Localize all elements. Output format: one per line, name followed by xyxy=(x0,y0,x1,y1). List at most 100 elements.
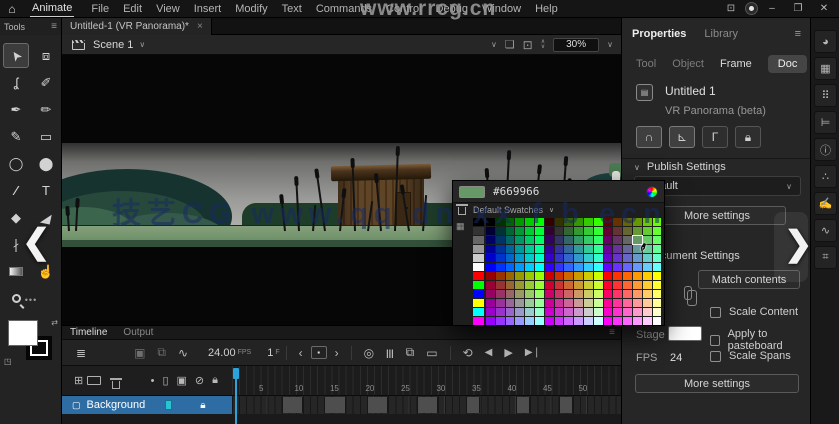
layer-frames-strip[interactable] xyxy=(232,396,621,414)
swatch-0099CC[interactable] xyxy=(515,254,525,262)
text-tool[interactable]: T xyxy=(33,178,59,203)
outline-column-icon[interactable]: ▯ xyxy=(158,374,172,387)
swatch-CC99FF[interactable] xyxy=(574,317,583,325)
swatch-669900[interactable] xyxy=(632,218,642,226)
subtab-object[interactable]: Object xyxy=(672,58,704,70)
swatch-CCFF00[interactable] xyxy=(593,272,603,280)
swatch-CC9999[interactable] xyxy=(574,299,583,307)
swatch-9933CC[interactable] xyxy=(495,308,505,316)
swatch-CCCCCC[interactable] xyxy=(583,308,593,316)
swatch-336699[interactable] xyxy=(564,245,574,253)
swatch-33CC99[interactable] xyxy=(583,245,593,253)
swatch-CC6666[interactable] xyxy=(564,290,574,298)
menu-text[interactable]: Text xyxy=(275,3,309,15)
pen-tool[interactable]: ✎ xyxy=(3,124,29,149)
tab-output[interactable]: Output xyxy=(115,327,161,338)
play-button[interactable]: ▶ xyxy=(498,346,518,359)
swatch-00CC99[interactable] xyxy=(525,245,534,253)
swatch-CCFF33[interactable] xyxy=(593,281,603,289)
swatch-000000[interactable] xyxy=(473,218,484,226)
swatch-00CCCC[interactable] xyxy=(525,254,534,262)
swatch-FFFFFF[interactable] xyxy=(652,317,662,325)
publish-more-settings-button[interactable]: More settings xyxy=(648,206,786,225)
swatch-CC33FF[interactable] xyxy=(554,317,564,325)
link-layers-icon[interactable]: ⧉ xyxy=(151,345,172,360)
swatch-6600FF[interactable] xyxy=(603,263,613,271)
swatch-33FF99[interactable] xyxy=(593,245,603,253)
camera-column-icon[interactable]: ▣ xyxy=(173,374,191,387)
swatch-99FFCC[interactable] xyxy=(534,308,544,316)
frame-span[interactable] xyxy=(281,397,303,413)
zoom-stepper[interactable]: ∧ ∨ xyxy=(541,39,545,50)
swatch-00FF99[interactable] xyxy=(534,245,544,253)
swatch-0000FF[interactable] xyxy=(486,263,495,271)
swatch-9900FF[interactable] xyxy=(486,317,495,325)
swatch-FF6699[interactable] xyxy=(623,299,632,307)
swatch-996666[interactable] xyxy=(505,290,515,298)
swatch-66FF33[interactable] xyxy=(652,227,662,235)
swatch-990099[interactable] xyxy=(486,299,495,307)
swatch-FF6666[interactable] xyxy=(623,290,632,298)
zoom-chevron-icon[interactable]: ∨ xyxy=(607,40,613,49)
swatch-3399FF[interactable] xyxy=(574,263,583,271)
swatch-006633[interactable] xyxy=(505,227,515,235)
layer-name-cell[interactable]: ▢ Background 🔒︎ xyxy=(62,396,232,414)
swatch-006600[interactable] xyxy=(505,218,515,226)
swatch-666633[interactable] xyxy=(623,227,632,235)
subtab-frame[interactable]: Frame xyxy=(720,58,752,70)
menu-control[interactable]: Control xyxy=(379,3,428,15)
minimize-button[interactable]: – xyxy=(761,3,783,14)
color-wheel-icon[interactable] xyxy=(646,185,658,198)
swatch-66FF99[interactable] xyxy=(652,245,662,253)
swatch-993399[interactable] xyxy=(495,299,505,307)
swatch-33CC00[interactable] xyxy=(583,218,593,226)
swatch-990000[interactable] xyxy=(486,272,495,280)
overlay-next-chevron[interactable]: ❯ xyxy=(784,224,813,264)
swatch-99CC00[interactable] xyxy=(525,272,534,280)
swatch-66FFFF[interactable] xyxy=(652,263,662,271)
highlight-column-icon[interactable]: • xyxy=(147,375,159,387)
swatch-CC9900[interactable] xyxy=(574,272,583,280)
new-layer-button[interactable]: ⊞ xyxy=(70,374,87,387)
swatch-006666[interactable] xyxy=(505,236,515,244)
swatch-0033CC[interactable] xyxy=(495,254,505,262)
tools-menu-icon[interactable]: ≡ xyxy=(51,21,57,32)
swatch-666699[interactable] xyxy=(623,245,632,253)
swatch-CCFFCC[interactable] xyxy=(593,308,603,316)
swatch-FF0000[interactable] xyxy=(473,272,484,280)
free-transform-tool[interactable]: ⧈ xyxy=(33,43,59,68)
swatch-339900[interactable] xyxy=(574,218,583,226)
swatch-663399[interactable] xyxy=(613,245,623,253)
swatch-CCFF99[interactable] xyxy=(593,299,603,307)
swatch-6666CC[interactable] xyxy=(623,254,632,262)
swatch-339933[interactable] xyxy=(574,227,583,235)
swatch-99CCCC[interactable] xyxy=(525,308,534,316)
swatch-333333[interactable] xyxy=(554,227,564,235)
swatch-CC00FF[interactable] xyxy=(544,317,554,325)
frame-rate-value[interactable]: 24.00 xyxy=(208,347,236,359)
swatch-336666[interactable] xyxy=(564,236,574,244)
swatch-660033[interactable] xyxy=(603,227,613,235)
swatch-009999[interactable] xyxy=(515,245,525,253)
frame-ruler[interactable]: 5 10 15 20 25 30 35 40 45 50 xyxy=(232,366,621,396)
swap-colors-icon[interactable]: ⇄ xyxy=(51,318,58,327)
swatch-330000[interactable] xyxy=(544,218,554,226)
menu-commands[interactable]: Commands xyxy=(309,3,379,15)
swatch-CC3300[interactable] xyxy=(554,272,564,280)
onion-skin-button[interactable]: ◎ xyxy=(358,346,380,360)
swatch-993333[interactable] xyxy=(495,281,505,289)
swatch-003300[interactable] xyxy=(495,218,505,226)
swatch-666600[interactable] xyxy=(623,218,632,226)
swatch-330099[interactable] xyxy=(544,245,554,253)
swatch-660066[interactable] xyxy=(603,236,613,244)
swatch-CCCC33[interactable] xyxy=(583,281,593,289)
swatch-99FFFF[interactable] xyxy=(534,317,544,325)
swatch-66FFCC[interactable] xyxy=(652,254,662,262)
swatch-0000FF[interactable] xyxy=(473,290,484,298)
swatch-33FFCC[interactable] xyxy=(593,254,603,262)
swatch-FF3366[interactable] xyxy=(613,290,623,298)
swatch-999999[interactable] xyxy=(473,245,484,253)
swatch-336633[interactable] xyxy=(564,227,574,235)
swatch-FF3399[interactable] xyxy=(613,299,623,307)
rectangle-tool[interactable]: ▭ xyxy=(33,124,59,149)
